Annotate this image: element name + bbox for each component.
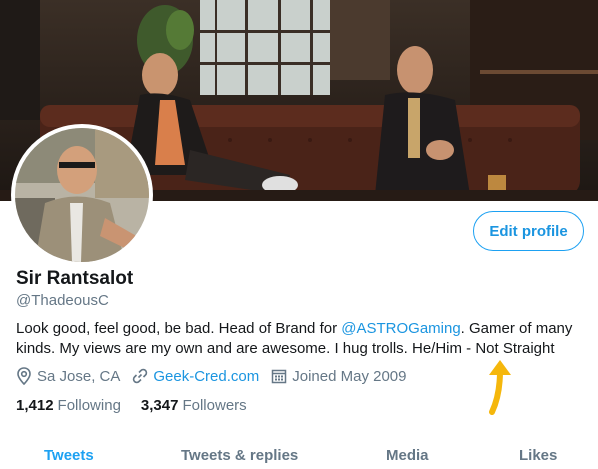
profile-display-name: Sir Rantsalot: [16, 268, 134, 289]
profile-bio: Look good, feel good, be bad. Head of Br…: [16, 319, 586, 359]
arrow-annotation-icon: [489, 360, 511, 415]
profile-tabs: Tweets Tweets & replies Media Likes: [0, 437, 598, 469]
joined-text: Joined May 2009: [292, 367, 407, 385]
followers-label: Followers: [182, 397, 247, 414]
following-count: 1,412: [16, 397, 54, 414]
followers-count: 3,347: [140, 397, 179, 414]
edit-profile-button[interactable]: Edit profile: [473, 211, 584, 251]
followers-stat[interactable]: 3,347 Followers: [141, 397, 247, 414]
location-text: Sa Jose, CA: [37, 367, 121, 385]
profile-website[interactable]: Geek-Cred.com: [132, 368, 259, 385]
tab-tweets[interactable]: Tweets: [44, 447, 94, 464]
bio-text-part1: Look good, feel good, be bad. Head of Br…: [16, 320, 342, 337]
profile-joined-date: Joined May 2009: [271, 367, 407, 385]
bio-mention-link[interactable]: @ASTROGaming: [341, 320, 460, 337]
profile-stats: 1,412 Following 3,347 Followers: [16, 397, 267, 414]
calendar-icon: [272, 369, 287, 384]
tab-tweets-and-replies[interactable]: Tweets & replies: [181, 447, 298, 464]
profile-handle: @ThadeousC: [16, 292, 109, 309]
location-pin-icon: [17, 367, 31, 385]
profile-avatar[interactable]: [11, 124, 153, 266]
avatar-photo: [15, 128, 149, 262]
profile-location: Sa Jose, CA: [16, 367, 120, 385]
profile-meta-row: Sa Jose, CA Geek-Cred.com Joined May 200…: [16, 367, 419, 385]
link-icon: [133, 368, 148, 384]
tab-likes[interactable]: Likes: [519, 447, 557, 464]
following-label: Following: [57, 397, 121, 414]
tab-media[interactable]: Media: [386, 447, 429, 464]
following-stat[interactable]: 1,412 Following: [16, 397, 121, 414]
website-link[interactable]: Geek-Cred.com: [153, 368, 259, 385]
